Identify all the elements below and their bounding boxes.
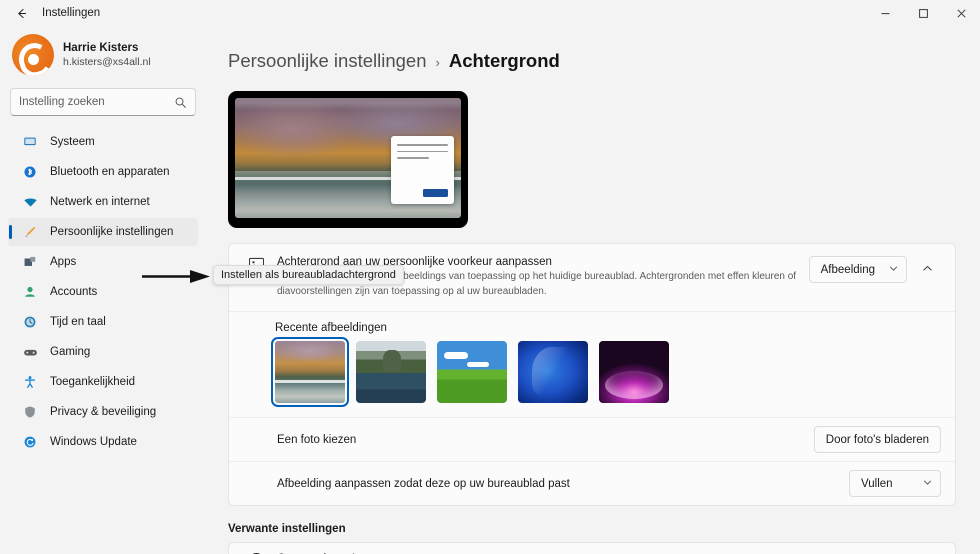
avatar bbox=[12, 34, 54, 76]
minimize-button[interactable] bbox=[866, 0, 904, 26]
sidebar-item-privacy-beveiliging[interactable]: Privacy & beveiliging bbox=[8, 398, 198, 426]
sidebar-item-windows-update[interactable]: Windows Update bbox=[8, 428, 198, 456]
maximize-button[interactable] bbox=[904, 0, 942, 26]
sidebar-item-label: Tijd en taal bbox=[50, 316, 106, 328]
sidebar-item-tijd-en-taal[interactable]: Tijd en taal bbox=[8, 308, 198, 336]
desktop-preview-inner bbox=[235, 98, 461, 218]
sidebar-item-label: Toegankelijkheid bbox=[50, 376, 136, 388]
chevron-down-icon bbox=[923, 478, 932, 489]
preview-window-mockup bbox=[391, 136, 454, 204]
contrast-themes-row[interactable]: Contrastthema's Kleurenthema's voor slec… bbox=[229, 543, 955, 554]
back-arrow-icon bbox=[17, 8, 26, 18]
sidebar-item-label: Windows Update bbox=[50, 436, 137, 448]
account-icon bbox=[20, 285, 40, 299]
title-bar: Instellingen bbox=[0, 0, 980, 26]
window-body: Harrie Kisters h.kisters@xs4all.nl Inste… bbox=[0, 26, 980, 554]
thumbnail-kustklippen[interactable] bbox=[356, 341, 426, 403]
sidebar-item-netwerk-en-internet[interactable]: Netwerk en internet bbox=[8, 188, 198, 216]
thumbnail-herfstmeer[interactable] bbox=[271, 337, 349, 407]
caption-buttons bbox=[866, 0, 980, 26]
content-area: Persoonlijke instellingen › Achtergrond bbox=[206, 26, 980, 554]
back-button[interactable] bbox=[6, 2, 36, 24]
fit-image-text: Afbeelding aanpassen zodat deze op uw bu… bbox=[277, 478, 849, 490]
gamepad-icon bbox=[20, 345, 40, 360]
choose-photo-label: Een foto kiezen bbox=[277, 433, 357, 446]
breadcrumb: Persoonlijke instellingen › Achtergrond bbox=[228, 50, 956, 72]
thumbnail-windows-bloom[interactable] bbox=[518, 341, 588, 403]
sidebar-item-toegankelijkheid[interactable]: Toegankelijkheid bbox=[8, 368, 198, 396]
sidebar-item-label: Apps bbox=[50, 256, 77, 268]
sidebar-item-label: Gaming bbox=[50, 346, 91, 358]
recent-images-row: Recente afbeeldingen bbox=[229, 311, 955, 417]
mockup-line bbox=[397, 157, 429, 159]
paintbrush-icon bbox=[20, 225, 40, 239]
search-box[interactable] bbox=[10, 88, 196, 116]
monitor-icon bbox=[20, 135, 40, 149]
sidebar-item-label: Netwerk en internet bbox=[50, 196, 150, 208]
sidebar-item-gaming[interactable]: Gaming bbox=[8, 338, 198, 366]
page-title: Achtergrond bbox=[448, 50, 560, 71]
chevron-down-icon bbox=[889, 264, 898, 275]
breadcrumb-separator: › bbox=[435, 55, 440, 70]
sidebar-item-label: Bluetooth en apparaten bbox=[50, 166, 170, 178]
contrast-themes-card[interactable]: Contrastthema's Kleurenthema's voor slec… bbox=[228, 542, 956, 554]
shield-icon bbox=[20, 405, 40, 419]
clock-globe-icon bbox=[20, 315, 40, 329]
close-icon bbox=[956, 8, 966, 18]
sidebar-nav: Systeem Bluetooth en apparaten Netwerk e… bbox=[8, 128, 198, 456]
search-wrapper bbox=[8, 88, 198, 116]
fit-image-value: Vullen bbox=[861, 477, 893, 490]
background-type-dropdown[interactable]: Afbeelding bbox=[808, 256, 907, 283]
tooltip: Instellen als bureaubladachtergrond bbox=[213, 265, 404, 285]
sidebar-item-label: Accounts bbox=[50, 286, 98, 298]
profile-block[interactable]: Harrie Kisters h.kisters@xs4all.nl bbox=[8, 28, 198, 84]
choose-photo-text: Een foto kiezen bbox=[277, 434, 814, 446]
desktop-preview bbox=[228, 91, 468, 228]
profile-name: Harrie Kisters bbox=[63, 41, 139, 54]
background-type-value: Afbeelding bbox=[820, 263, 875, 276]
sidebar-item-label: Systeem bbox=[50, 136, 95, 148]
search-input[interactable] bbox=[19, 96, 174, 108]
mockup-line bbox=[397, 150, 448, 152]
thumbnail-groene-heuvels[interactable] bbox=[437, 341, 507, 403]
maximize-icon bbox=[918, 8, 928, 18]
profile-email: h.kisters@xs4all.nl bbox=[63, 56, 151, 69]
breadcrumb-parent[interactable]: Persoonlijke instellingen bbox=[228, 50, 426, 72]
profile-meta: Harrie Kisters h.kisters@xs4all.nl bbox=[63, 41, 151, 70]
search-icon bbox=[174, 96, 187, 109]
fit-image-dropdown[interactable]: Vullen bbox=[849, 470, 941, 497]
apps-icon bbox=[20, 255, 40, 269]
choose-photo-row: Een foto kiezen Door foto's bladeren bbox=[229, 417, 955, 461]
card-collapse-button[interactable] bbox=[913, 256, 941, 283]
settings-window: Instellingen Harrie Kisters h.kisters@xs… bbox=[0, 0, 980, 554]
bluetooth-icon bbox=[20, 165, 40, 179]
accessibility-icon bbox=[20, 375, 40, 389]
chevron-up-icon bbox=[922, 261, 933, 279]
sidebar: Harrie Kisters h.kisters@xs4all.nl Inste… bbox=[0, 26, 206, 554]
wifi-icon bbox=[20, 195, 40, 210]
related-settings-label: Verwante instellingen bbox=[228, 523, 346, 535]
mockup-button bbox=[423, 189, 448, 197]
recent-images-list bbox=[271, 337, 941, 407]
sidebar-item-bluetooth-en-apparaten[interactable]: Bluetooth en apparaten bbox=[8, 158, 198, 186]
fit-image-row: Afbeelding aanpassen zodat deze op uw bu… bbox=[229, 461, 955, 505]
thumbnail-paarse-eclips[interactable] bbox=[599, 341, 669, 403]
annotation-arrow-icon bbox=[142, 268, 210, 290]
recent-images-label: Recente afbeeldingen bbox=[275, 322, 387, 334]
mockup-line bbox=[397, 144, 448, 146]
close-button[interactable] bbox=[942, 0, 980, 26]
sidebar-item-label: Persoonlijke instellingen bbox=[50, 226, 174, 238]
minimize-icon bbox=[881, 12, 889, 14]
fit-image-label: Afbeelding aanpassen zodat deze op uw bu… bbox=[277, 477, 570, 490]
window-title: Instellingen bbox=[42, 7, 101, 19]
sidebar-item-label: Privacy & beveiliging bbox=[50, 406, 157, 418]
sidebar-item-persoonlijke-instellingen[interactable]: Persoonlijke instellingen bbox=[8, 218, 198, 246]
browse-photos-button[interactable]: Door foto's bladeren bbox=[813, 426, 941, 453]
update-icon bbox=[20, 435, 40, 449]
sidebar-item-systeem[interactable]: Systeem bbox=[8, 128, 198, 156]
